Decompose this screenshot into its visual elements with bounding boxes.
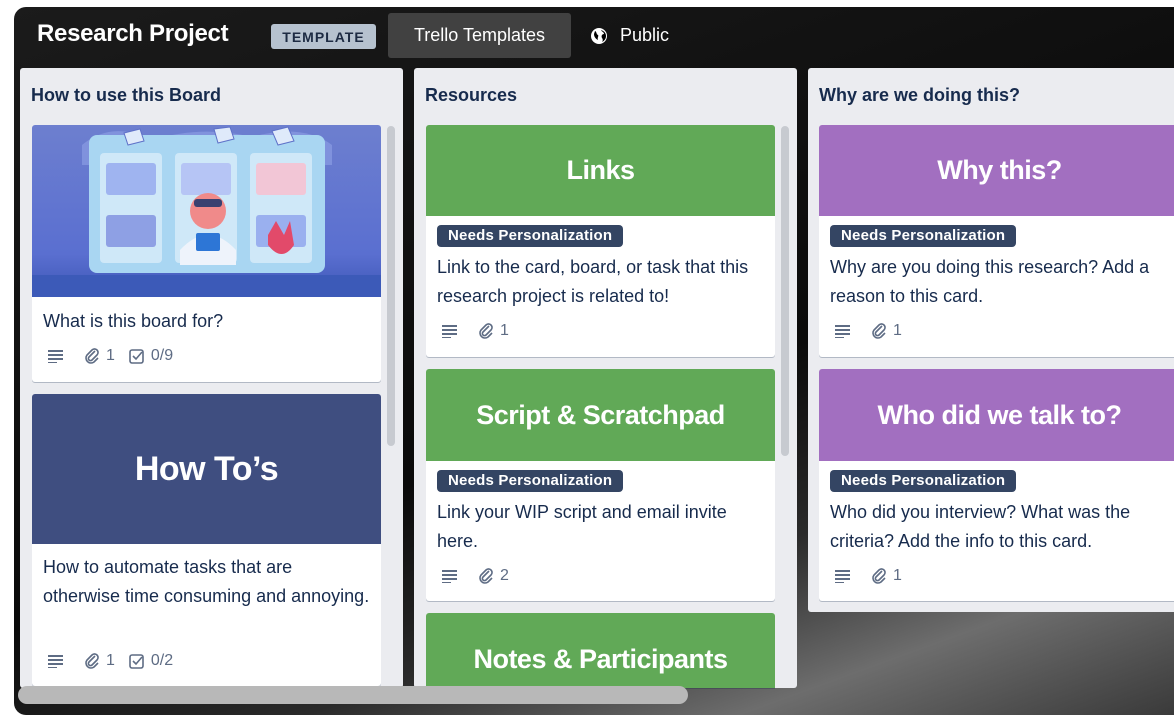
board-horizontal-scrollbar[interactable]	[18, 686, 688, 704]
card-script-scratchpad[interactable]: Script & Scratchpad Needs Personalizatio…	[426, 369, 775, 601]
card-cover: Notes & Participants	[426, 613, 775, 688]
paperclip-icon	[479, 568, 493, 584]
checklist-count: 0/9	[150, 347, 174, 364]
list-scrollbar[interactable]	[387, 126, 395, 446]
list-title[interactable]: How to use this Board	[31, 85, 221, 106]
paperclip-icon	[872, 323, 886, 339]
template-badge: TEMPLATE	[271, 24, 376, 49]
attachment-badge: 1	[84, 652, 115, 670]
cover-title: Notes & Participants	[473, 643, 728, 674]
checklist-badge: 0/2	[129, 652, 173, 670]
card-cover: Script & Scratchpad	[426, 369, 775, 461]
trello-templates-button[interactable]: Trello Templates	[388, 13, 571, 58]
checkbox-icon	[129, 654, 144, 669]
attachment-badge: 2	[478, 567, 509, 585]
visibility-label: Public	[620, 25, 670, 45]
checklist-badge: 0/9	[129, 347, 173, 365]
cover-title: Links	[566, 155, 635, 185]
card-cover: Who did we talk to?	[819, 369, 1174, 461]
cover-title: Why this?	[937, 155, 1062, 185]
description-icon	[442, 569, 464, 583]
card-badges: 1 0/2	[48, 651, 187, 671]
paperclip-icon	[85, 348, 99, 364]
board-illustration-image	[32, 126, 381, 297]
card-why-this[interactable]: Why this? Needs Personalization Why are …	[819, 125, 1174, 357]
card-title: What is this board for?	[43, 311, 224, 331]
attachment-badge: 1	[871, 322, 902, 340]
card-title: Link your WIP script and email invite he…	[437, 502, 727, 551]
checklist-count: 0/2	[150, 652, 174, 669]
board-window: Research Project TEMPLATE Trello Templat…	[14, 7, 1174, 715]
card-badges: 1	[835, 321, 916, 341]
label-needs-personalization: Needs Personalization	[437, 225, 624, 247]
card-cover-illustration	[32, 125, 381, 297]
card-badges: 1 0/9	[48, 346, 187, 366]
card-cover: How To’s	[32, 394, 381, 544]
list-why-doing-this: Why are we doing this? Why this? Needs P…	[808, 68, 1174, 612]
list-title[interactable]: Why are we doing this?	[819, 85, 1020, 106]
label-needs-personalization: Needs Personalization	[830, 225, 1017, 247]
attachment-badge: 1	[871, 567, 902, 585]
description-icon	[48, 654, 70, 668]
card-links[interactable]: Links Needs Personalization Link to the …	[426, 125, 775, 357]
list-resources: Resources Links Needs Personalization Li…	[414, 68, 797, 688]
attachment-count: 1	[106, 652, 115, 669]
board-title[interactable]: Research Project	[37, 20, 229, 48]
card-cover: Links	[426, 125, 775, 216]
card-title: Why are you doing this research? Add a r…	[830, 257, 1150, 306]
card-badges: 1	[442, 321, 523, 341]
cover-title: How To’s	[134, 449, 279, 488]
board-header: Research Project TEMPLATE Trello Templat…	[14, 7, 1174, 65]
list-scrollbar[interactable]	[781, 126, 789, 456]
label-needs-personalization: Needs Personalization	[830, 470, 1017, 492]
card-cover: Why this?	[819, 125, 1174, 216]
card-how-tos[interactable]: How To’s How to automate tasks that are …	[32, 394, 381, 686]
description-icon	[442, 324, 464, 338]
card-badges: 1	[835, 566, 916, 586]
attachment-count: 1	[500, 322, 509, 339]
card-notes-participants[interactable]: Notes & Participants	[426, 613, 775, 688]
card-title: How to automate tasks that are otherwise…	[43, 557, 370, 606]
card-badges: 2	[442, 566, 523, 586]
cover-title: Script & Scratchpad	[476, 399, 725, 430]
card-title: Who did you interview? What was the crit…	[830, 502, 1131, 551]
attachment-count: 1	[893, 322, 902, 339]
cover-title: Who did we talk to?	[877, 399, 1122, 430]
paperclip-icon	[872, 568, 886, 584]
label-needs-personalization: Needs Personalization	[437, 470, 624, 492]
description-icon	[835, 324, 857, 338]
list-title[interactable]: Resources	[425, 85, 517, 106]
paperclip-icon	[479, 323, 493, 339]
attachment-badge: 1	[84, 347, 115, 365]
description-icon	[48, 349, 70, 363]
checkbox-icon	[129, 349, 144, 364]
card-title: Link to the card, board, or task that th…	[437, 257, 749, 306]
paperclip-icon	[85, 653, 99, 669]
card-who-did-we-talk-to[interactable]: Who did we talk to? Needs Personalizatio…	[819, 369, 1174, 601]
globe-icon	[591, 27, 607, 44]
attachment-count: 2	[500, 567, 509, 584]
visibility-button[interactable]: Public	[586, 13, 686, 58]
description-icon	[835, 569, 857, 583]
list-how-to-use: How to use this Board What is this board…	[20, 68, 403, 688]
card-what-is-this-board[interactable]: What is this board for? 1 0/9	[32, 125, 381, 382]
attachment-badge: 1	[478, 322, 509, 340]
attachment-count: 1	[893, 567, 902, 584]
attachment-count: 1	[106, 347, 115, 364]
